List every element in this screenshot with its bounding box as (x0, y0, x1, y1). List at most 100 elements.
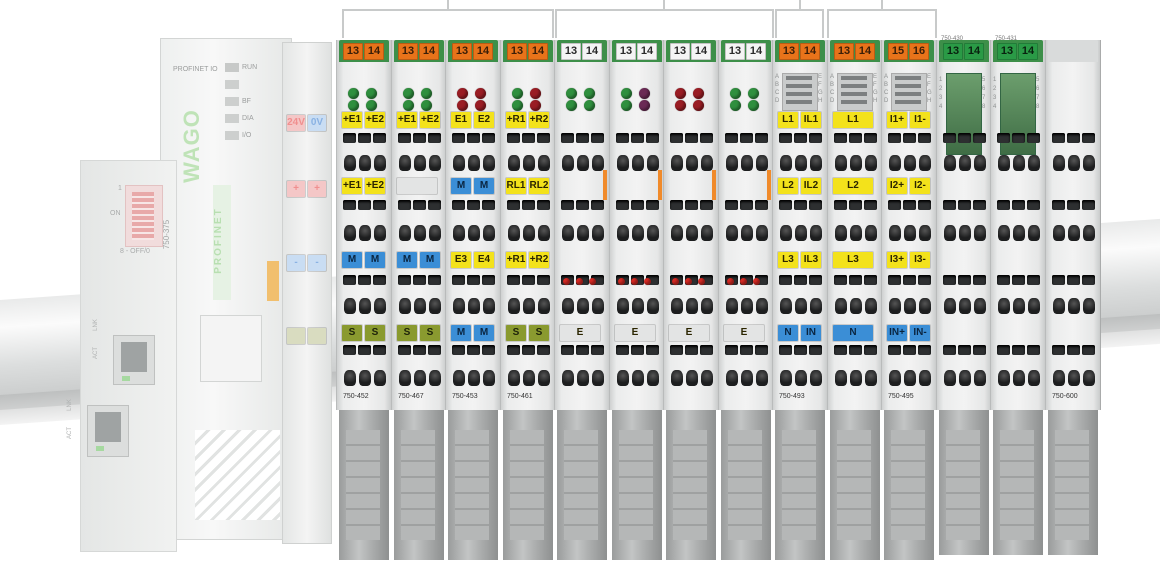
clamp-slot[interactable] (918, 133, 931, 143)
clamp-slot[interactable] (943, 133, 956, 143)
clamp-slot[interactable] (413, 133, 426, 143)
push-button[interactable] (780, 155, 792, 171)
push-button[interactable] (429, 370, 441, 386)
push-button[interactable] (344, 370, 356, 386)
push-button[interactable] (671, 155, 683, 171)
clamp-slot[interactable] (561, 133, 574, 143)
clamp-slot[interactable] (591, 133, 604, 143)
push-button[interactable] (1053, 298, 1065, 314)
clamp-slot[interactable] (997, 133, 1010, 143)
push-button[interactable] (562, 298, 574, 314)
push-button[interactable] (632, 370, 644, 386)
push-button[interactable] (795, 225, 807, 241)
push-button[interactable] (453, 370, 465, 386)
push-button[interactable] (647, 298, 659, 314)
clamp-slot[interactable] (779, 200, 792, 210)
clamp-slot[interactable] (398, 345, 411, 355)
clamp-slot[interactable] (561, 345, 574, 355)
clamp-slot[interactable] (507, 200, 520, 210)
push-button[interactable] (998, 298, 1010, 314)
clamp-slot[interactable] (1027, 200, 1040, 210)
push-button[interactable] (889, 155, 901, 171)
clamp-slot[interactable] (452, 200, 465, 210)
push-button[interactable] (810, 155, 822, 171)
push-button[interactable] (756, 225, 768, 241)
clamp-slot[interactable] (537, 200, 550, 210)
clamp-slot[interactable] (537, 345, 550, 355)
push-button[interactable] (756, 155, 768, 171)
clamp-slot[interactable] (918, 345, 931, 355)
push-button[interactable] (741, 370, 753, 386)
push-button[interactable] (1083, 155, 1095, 171)
push-button[interactable] (577, 370, 589, 386)
push-button[interactable] (1013, 298, 1025, 314)
push-button[interactable] (944, 298, 956, 314)
clamp-slot[interactable] (864, 133, 877, 143)
push-button[interactable] (468, 298, 480, 314)
clamp-slot[interactable] (943, 200, 956, 210)
clamp-slot[interactable] (452, 345, 465, 355)
push-button[interactable] (780, 298, 792, 314)
push-button[interactable] (414, 225, 426, 241)
push-button[interactable] (1083, 298, 1095, 314)
clamp-slot[interactable] (1012, 133, 1025, 143)
clamp-slot[interactable] (358, 345, 371, 355)
push-button[interactable] (904, 225, 916, 241)
clamp-slot[interactable] (631, 345, 644, 355)
clamp-slot[interactable] (398, 200, 411, 210)
clamp-slot[interactable] (373, 345, 386, 355)
push-button[interactable] (468, 370, 480, 386)
clamp-slot[interactable] (507, 275, 520, 285)
clamp-slot[interactable] (522, 133, 535, 143)
clamp-slot[interactable] (413, 275, 426, 285)
clamp-slot[interactable] (903, 200, 916, 210)
push-button[interactable] (865, 370, 877, 386)
clamp-slot[interactable] (670, 345, 683, 355)
clamp-slot[interactable] (700, 200, 713, 210)
push-button[interactable] (810, 298, 822, 314)
clamp-slot[interactable] (794, 133, 807, 143)
clamp-slot[interactable] (522, 200, 535, 210)
push-button[interactable] (483, 225, 495, 241)
clamp-slot[interactable] (467, 345, 480, 355)
push-button[interactable] (632, 155, 644, 171)
clamp-slot[interactable] (482, 133, 495, 143)
push-button[interactable] (835, 155, 847, 171)
push-button[interactable] (577, 155, 589, 171)
clamp-slot[interactable] (343, 133, 356, 143)
push-button[interactable] (944, 225, 956, 241)
clamp-slot[interactable] (685, 345, 698, 355)
clamp-slot[interactable] (343, 200, 356, 210)
push-button[interactable] (726, 155, 738, 171)
push-button[interactable] (508, 298, 520, 314)
push-button[interactable] (483, 155, 495, 171)
clamp-slot[interactable] (888, 133, 901, 143)
push-button[interactable] (686, 370, 698, 386)
clamp-slot[interactable] (918, 200, 931, 210)
push-button[interactable] (399, 155, 411, 171)
push-button[interactable] (1083, 370, 1095, 386)
clamp-slot[interactable] (809, 200, 822, 210)
push-button[interactable] (483, 298, 495, 314)
clamp-slot[interactable] (467, 200, 480, 210)
push-button[interactable] (359, 298, 371, 314)
clamp-slot[interactable] (343, 275, 356, 285)
push-button[interactable] (701, 225, 713, 241)
clamp-slot[interactable] (373, 200, 386, 210)
clamp-slot[interactable] (779, 133, 792, 143)
push-button[interactable] (726, 225, 738, 241)
clamp-slot[interactable] (849, 133, 862, 143)
push-button[interactable] (617, 155, 629, 171)
push-button[interactable] (647, 370, 659, 386)
push-button[interactable] (647, 225, 659, 241)
clamp-slot[interactable] (452, 133, 465, 143)
clamp-slot[interactable] (725, 133, 738, 143)
push-button[interactable] (508, 155, 520, 171)
clamp-slot[interactable] (740, 200, 753, 210)
push-button[interactable] (538, 370, 550, 386)
push-button[interactable] (523, 225, 535, 241)
push-button[interactable] (919, 370, 931, 386)
push-button[interactable] (468, 155, 480, 171)
clamp-slot[interactable] (973, 200, 986, 210)
push-button[interactable] (944, 370, 956, 386)
